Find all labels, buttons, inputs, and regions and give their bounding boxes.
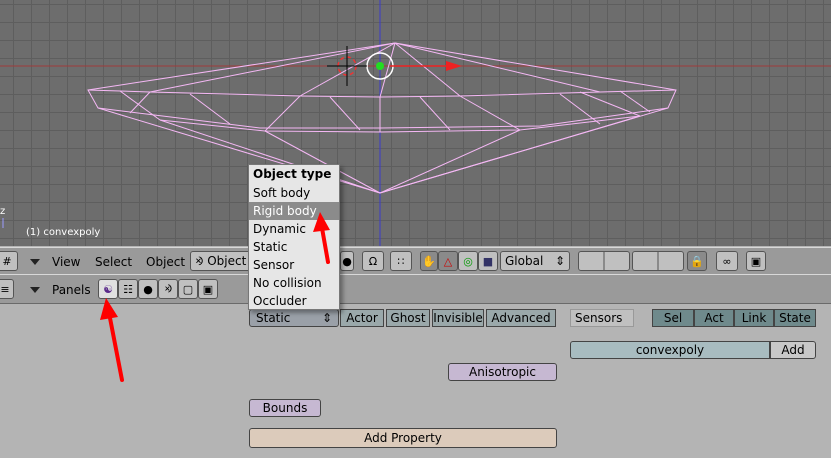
arrow-to-logic-button: [100, 298, 124, 382]
arrow-to-rigid-body: [313, 212, 330, 264]
annotation-overlay: [100, 212, 330, 382]
